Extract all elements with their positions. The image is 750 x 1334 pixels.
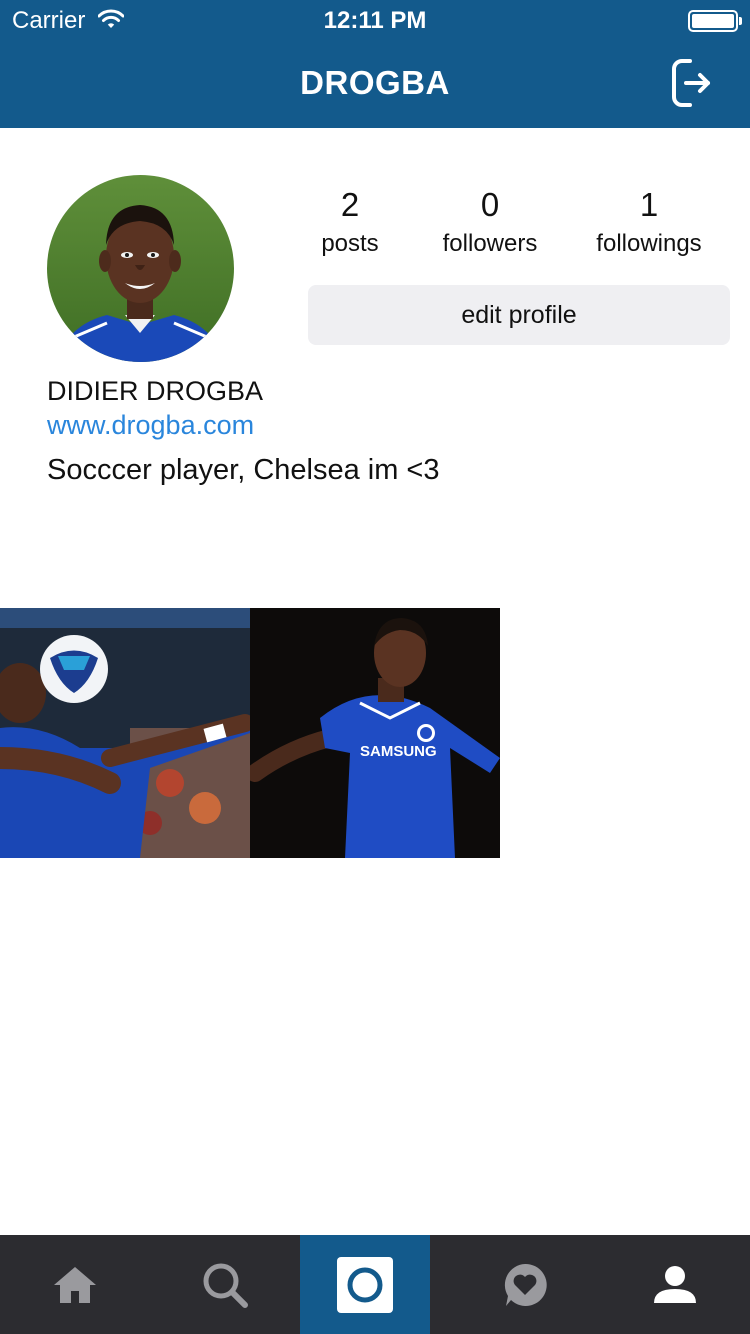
logout-icon (672, 59, 710, 107)
tab-profile[interactable] (610, 1235, 740, 1334)
post-thumbnail-1[interactable] (0, 608, 250, 858)
page-title: DROGBA (300, 64, 450, 101)
edit-profile-button[interactable]: edit profile (308, 285, 730, 345)
posts-grid: SAMSUNG (0, 608, 500, 858)
tab-activity[interactable] (460, 1235, 590, 1334)
photo-thumbnail (0, 608, 250, 858)
top-bar: Carrier 12:11 PM DROGBA (0, 0, 750, 128)
svg-text:SAMSUNG: SAMSUNG (360, 743, 437, 760)
search-icon (203, 1263, 248, 1308)
stat-followings[interactable]: 1 followings (559, 186, 739, 260)
logout-button[interactable] (668, 56, 716, 110)
tab-home[interactable] (10, 1235, 140, 1334)
home-icon (54, 1266, 96, 1303)
followers-label: followers (442, 230, 538, 257)
stat-followers[interactable]: 0 followers (400, 186, 580, 260)
status-time: 12:11 PM (323, 7, 427, 34)
heart-bubble-icon (504, 1263, 547, 1306)
tab-bar (0, 1235, 750, 1334)
followings-count: 1 (639, 186, 659, 223)
profile-bio: Socccer player, Chelsea im <3 (47, 454, 440, 486)
tab-search[interactable] (160, 1235, 290, 1334)
status-bar: Carrier 12:11 PM (0, 0, 750, 40)
tab-camera[interactable] (300, 1235, 430, 1334)
camera-icon (337, 1256, 393, 1313)
profile-icon (654, 1265, 696, 1303)
followings-label: followings (596, 230, 702, 257)
battery-icon (688, 10, 742, 32)
profile-website-link[interactable]: www.drogba.com (47, 410, 254, 441)
profile-name: DIDIER DROGBA (47, 376, 264, 406)
avatar[interactable] (47, 175, 234, 362)
photo-thumbnail: SAMSUNG (250, 608, 500, 858)
followers-count: 0 (480, 186, 500, 223)
avatar-photo (47, 175, 234, 362)
post-thumbnail-2[interactable]: SAMSUNG (250, 608, 500, 858)
